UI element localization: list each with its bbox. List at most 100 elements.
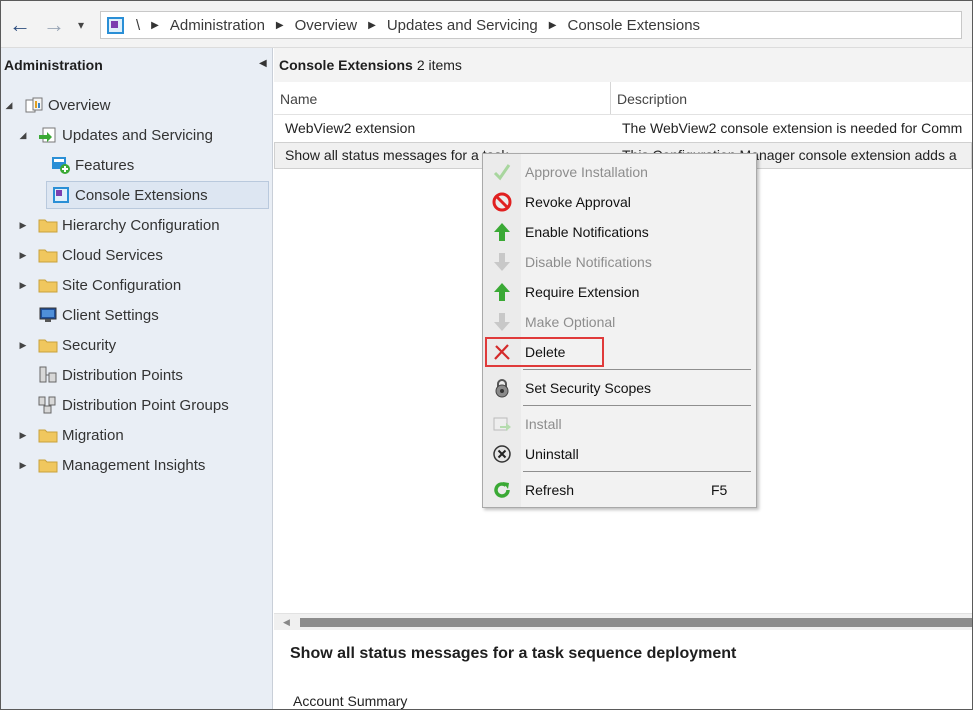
- column-header-description[interactable]: Description: [617, 91, 687, 107]
- collapse-pane-icon[interactable]: ◀: [259, 58, 267, 69]
- collapsed-arrow-icon[interactable]: ▶: [18, 220, 28, 231]
- menu-separator: [523, 405, 751, 406]
- breadcrumb-item[interactable]: Console Extensions: [567, 17, 700, 34]
- console-window: ← → ▾ \ ▶ Administration ▶ Overview ▶ Up…: [0, 0, 973, 710]
- tree-item-distribution-point-groups[interactable]: Distribution Point Groups: [38, 391, 229, 419]
- breadcrumb-root[interactable]: \: [136, 17, 140, 34]
- folder-icon: [38, 426, 58, 444]
- details-section-label: Account Summary: [293, 693, 408, 709]
- menu-item-label: Refresh: [525, 482, 575, 498]
- expanded-arrow-icon[interactable]: ◢: [18, 130, 28, 141]
- column-header-name[interactable]: Name: [280, 91, 317, 107]
- menu-item-label: Install: [525, 416, 562, 432]
- menu-item-refresh[interactable]: Refresh F5: [483, 477, 756, 503]
- cell-name: WebView2 extension: [285, 120, 416, 136]
- menu-item-enable-notifications[interactable]: Enable Notifications: [483, 219, 756, 245]
- forward-button[interactable]: →: [41, 12, 67, 38]
- column-divider[interactable]: [610, 82, 611, 114]
- gray-down-arrow-icon: [492, 312, 512, 332]
- checkmark-icon: [492, 162, 512, 182]
- back-button[interactable]: ←: [7, 12, 33, 38]
- gray-down-arrow-icon: [492, 252, 512, 272]
- install-icon: [492, 414, 512, 434]
- tree-item-management-insights[interactable]: ▶ Management Insights: [4, 451, 206, 479]
- tree-item-features[interactable]: Features: [51, 151, 134, 179]
- no-entry-icon: [492, 192, 512, 212]
- tree-item-client-settings[interactable]: Client Settings: [38, 301, 159, 329]
- breadcrumb-separator-icon: ▶: [368, 19, 376, 31]
- features-icon: [51, 156, 71, 174]
- list-header: Console Extensions 2 items: [274, 48, 972, 82]
- collapsed-arrow-icon[interactable]: ▶: [18, 340, 28, 351]
- breadcrumb-item[interactable]: Administration: [170, 17, 265, 34]
- menu-item-label: Require Extension: [525, 284, 640, 300]
- folder-icon: [38, 246, 58, 264]
- folder-icon: [38, 456, 58, 474]
- scroll-left-icon[interactable]: ◀: [283, 617, 290, 628]
- back-arrow-icon: ←: [9, 12, 31, 37]
- tree-item-label: Site Configuration: [62, 276, 182, 294]
- menu-item-label: Enable Notifications: [525, 224, 649, 240]
- tree-item-label: Distribution Point Groups: [62, 396, 229, 414]
- delete-highlight-box: [485, 337, 604, 367]
- tree-item-distribution-points[interactable]: Distribution Points: [38, 361, 183, 389]
- collapsed-arrow-icon[interactable]: ▶: [18, 280, 28, 291]
- menu-item-make-optional[interactable]: Make Optional: [483, 309, 756, 335]
- address-bar: ← → ▾ \ ▶ Administration ▶ Overview ▶ Up…: [1, 1, 972, 48]
- tree-item-overview[interactable]: ◢ Overview: [4, 91, 111, 119]
- green-up-arrow-icon: [492, 282, 512, 302]
- refresh-icon: [492, 480, 512, 500]
- client-settings-icon: [38, 306, 58, 324]
- tree-item-console-extensions[interactable]: Console Extensions: [46, 181, 269, 209]
- menu-item-install[interactable]: Install: [483, 411, 756, 437]
- collapsed-arrow-icon[interactable]: ▶: [18, 460, 28, 471]
- cell-description: The WebView2 console extension is needed…: [622, 120, 963, 136]
- navigation-pane: Administration ◀ ◢ Overview ◢ Updates an…: [1, 48, 273, 709]
- breadcrumb[interactable]: \ ▶ Administration ▶ Overview ▶ Updates …: [100, 11, 962, 39]
- details-pane: Show all status messages for a task sequ…: [274, 630, 972, 709]
- item-count: 2 items: [416, 57, 462, 73]
- distribution-point-groups-icon: [38, 396, 58, 414]
- tree-item-label: Cloud Services: [62, 246, 163, 264]
- menu-item-revoke-approval[interactable]: Revoke Approval: [483, 189, 756, 215]
- folder-icon: [38, 216, 58, 234]
- console-root-icon: [107, 16, 124, 34]
- expanded-arrow-icon[interactable]: ◢: [4, 100, 14, 111]
- collapsed-arrow-icon[interactable]: ▶: [18, 250, 28, 261]
- tree-item-cloud-services[interactable]: ▶ Cloud Services: [4, 241, 163, 269]
- list-title: Console Extensions: [279, 57, 413, 73]
- menu-item-label: Approve Installation: [525, 164, 648, 180]
- table-row[interactable]: WebView2 extension The WebView2 console …: [274, 115, 972, 142]
- menu-item-set-security-scopes[interactable]: Set Security Scopes: [483, 375, 756, 401]
- horizontal-scrollbar[interactable]: ◀: [274, 613, 972, 630]
- chevron-down-icon: ▾: [77, 18, 85, 32]
- tree-item-migration[interactable]: ▶ Migration: [4, 421, 124, 449]
- menu-separator: [523, 471, 751, 472]
- tree-item-label: Console Extensions: [75, 186, 208, 204]
- menu-item-shortcut: F5: [711, 482, 728, 498]
- tree-item-hierarchy-configuration[interactable]: ▶ Hierarchy Configuration: [4, 211, 220, 239]
- tree-item-label: Distribution Points: [62, 366, 183, 384]
- tree-item-updates-and-servicing[interactable]: ◢ Updates and Servicing: [4, 121, 213, 149]
- tree-item-label: Security: [62, 336, 117, 354]
- tree-item-security[interactable]: ▶ Security: [4, 331, 117, 359]
- menu-item-require-extension[interactable]: Require Extension: [483, 279, 756, 305]
- menu-item-approve-installation[interactable]: Approve Installation: [483, 159, 756, 185]
- scroll-thumb[interactable]: [300, 618, 972, 627]
- menu-item-label: Set Security Scopes: [525, 380, 652, 396]
- collapsed-arrow-icon[interactable]: ▶: [18, 430, 28, 441]
- cell-name: Show all status messages for a task: [285, 147, 509, 163]
- tree-item-label: Overview: [48, 96, 111, 114]
- history-dropdown[interactable]: ▾: [71, 12, 91, 38]
- menu-item-uninstall[interactable]: Uninstall: [483, 441, 756, 467]
- folder-icon: [38, 336, 58, 354]
- forward-arrow-icon: →: [43, 12, 65, 37]
- tree-item-site-configuration[interactable]: ▶ Site Configuration: [4, 271, 182, 299]
- menu-item-label: Disable Notifications: [525, 254, 652, 270]
- navigation-pane-header: Administration ◀: [1, 48, 273, 82]
- breadcrumb-item[interactable]: Overview: [295, 17, 358, 34]
- breadcrumb-separator-icon: ▶: [548, 19, 557, 31]
- breadcrumb-item[interactable]: Updates and Servicing: [387, 17, 538, 34]
- overview-icon: [24, 96, 44, 114]
- menu-item-disable-notifications[interactable]: Disable Notifications: [483, 249, 756, 275]
